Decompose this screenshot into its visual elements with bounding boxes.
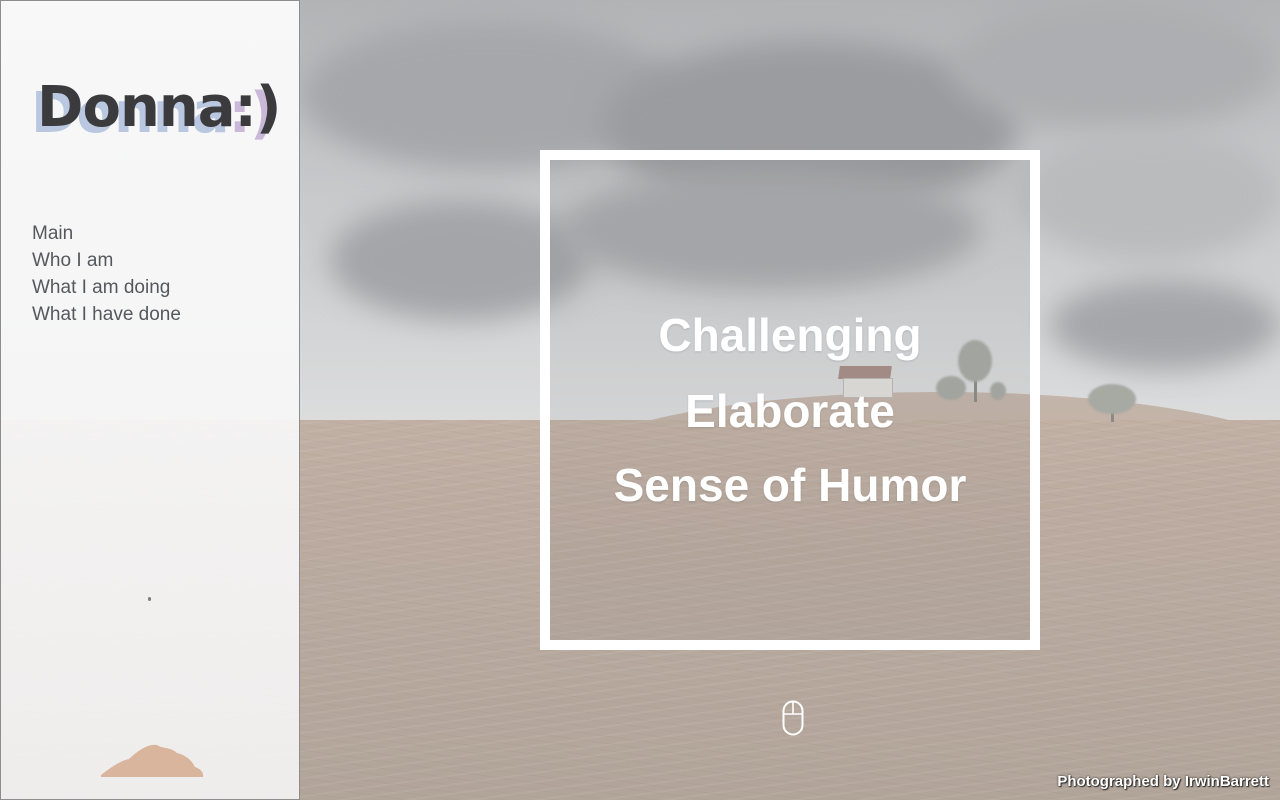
logo-text: Donna:)	[37, 75, 281, 140]
decorative-speck	[148, 597, 151, 601]
logo-smile: :)	[234, 75, 281, 140]
nav-item-what-i-am-doing[interactable]: What I am doing	[32, 274, 181, 301]
hero-line-3: Sense of Humor	[613, 459, 967, 511]
nav-item-main[interactable]: Main	[32, 220, 181, 247]
logo-name: Donna	[37, 75, 235, 140]
site-logo[interactable]: Donna:) Donna:)	[31, 73, 281, 146]
hero-frame-inner: Challenging Elaborate Sense of Humor	[550, 160, 1030, 640]
hero-line-1: Challenging	[658, 309, 922, 361]
photo-credit: Photographed by IrwinBarrett	[1057, 773, 1269, 790]
sidebar-nav: Main Who I am What I am doing What I hav…	[32, 220, 181, 328]
sidebar: Donna:) Donna:) Main Who I am What I am …	[0, 0, 300, 800]
nav-item-what-i-have-done[interactable]: What I have done	[32, 301, 181, 328]
mouse-icon[interactable]	[782, 700, 804, 736]
hero-frame: Challenging Elaborate Sense of Humor	[540, 150, 1040, 650]
hero-line-2: Elaborate	[685, 385, 895, 437]
mound-icon	[101, 744, 204, 777]
nav-item-who-i-am[interactable]: Who I am	[32, 247, 181, 274]
